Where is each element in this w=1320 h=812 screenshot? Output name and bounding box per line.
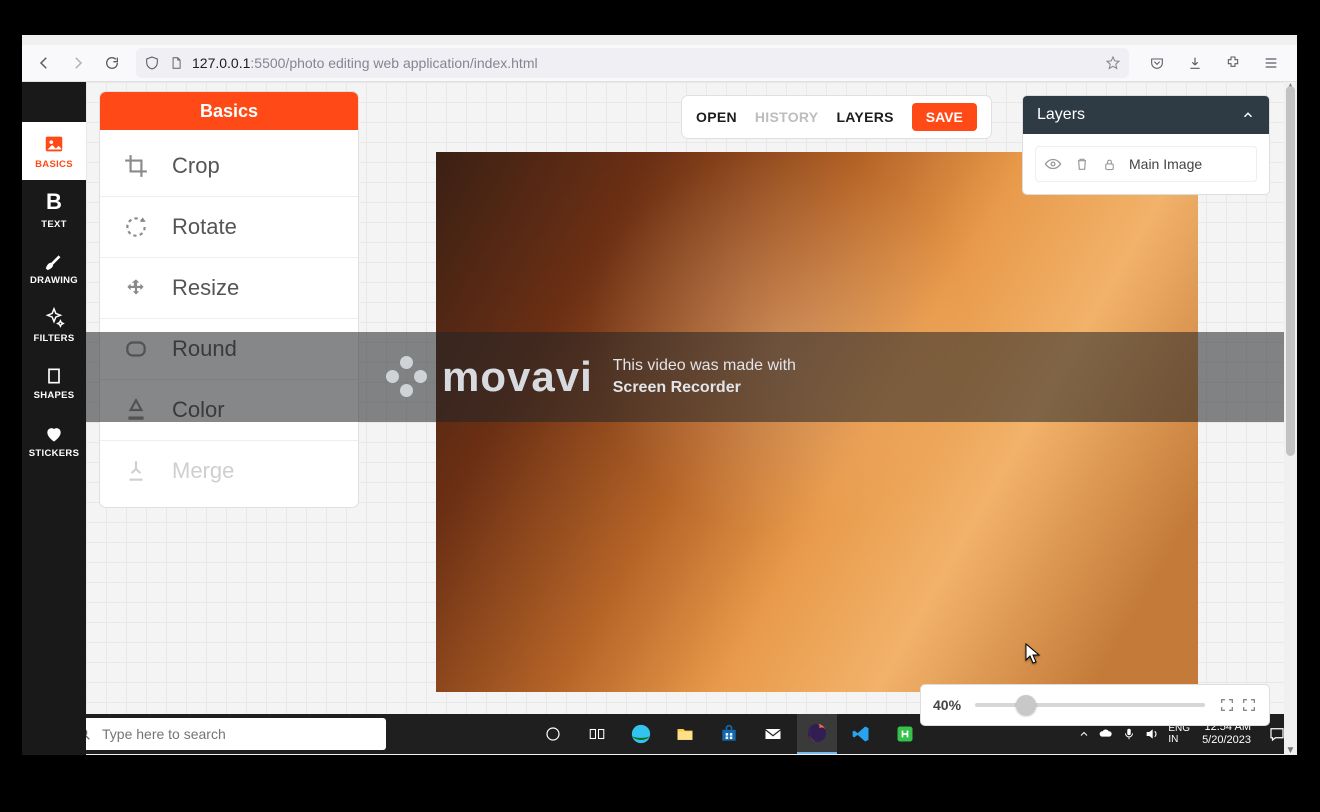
browser-toolbar: 127.0.0.1:5500/photo editing web applica…	[22, 45, 1297, 82]
fullscreen-icon[interactable]	[1241, 697, 1257, 713]
watermark-text: This video was made with Screen Recorder	[613, 355, 796, 398]
tray-lang-2: IN	[1168, 734, 1190, 745]
resize-icon	[122, 274, 150, 302]
taskbar-search-input[interactable]	[102, 726, 376, 742]
downloads-icon[interactable]	[1181, 49, 1209, 77]
url-text: 127.0.0.1:5500/photo editing web applica…	[192, 55, 538, 71]
address-bar[interactable]: 127.0.0.1:5500/photo editing web applica…	[136, 48, 1129, 78]
movavi-logo-icon	[386, 356, 428, 398]
nav-shapes[interactable]: SHAPES	[22, 354, 86, 412]
taskbar-app-icon[interactable]	[885, 714, 925, 754]
bold-icon: B	[46, 189, 62, 215]
watermark-brand: movavi	[442, 353, 593, 401]
basics-panel: Basics Crop Rotate Resize Round	[100, 92, 358, 507]
shield-icon	[144, 55, 160, 71]
editor-canvas-image[interactable]	[436, 152, 1198, 692]
heart-icon	[44, 424, 64, 444]
history-button[interactable]: HISTORY	[755, 109, 819, 125]
browser-tab-strip	[22, 35, 1297, 45]
chevron-up-icon	[1241, 108, 1255, 122]
menu-icon[interactable]	[1257, 49, 1285, 77]
tool-rotate[interactable]: Rotate	[100, 196, 358, 257]
tray-volume-icon[interactable]	[1144, 726, 1160, 742]
nav-stickers[interactable]: STICKERS	[22, 412, 86, 470]
image-icon	[43, 133, 65, 155]
merge-icon	[122, 457, 150, 485]
zoom-percent: 40%	[933, 697, 961, 713]
delete-icon[interactable]	[1074, 156, 1090, 172]
layers-panel-header[interactable]: Layers	[1023, 96, 1269, 134]
zoom-bar: 40%	[921, 685, 1269, 725]
tray-mic-icon[interactable]	[1122, 727, 1136, 741]
shapes-icon	[44, 366, 64, 386]
tool-category-nav: BASICS B TEXT DRAWING FILTERS SHAPES STI…	[22, 82, 86, 755]
page-scrollbar[interactable]: ▲ ▼	[1284, 82, 1297, 755]
taskbar-systray[interactable]: ENG IN	[1072, 723, 1196, 745]
nav-basics[interactable]: BASICS	[22, 122, 86, 180]
taskbar-firefox-icon[interactable]	[797, 714, 837, 754]
tray-onedrive-icon[interactable]	[1098, 726, 1114, 742]
top-actionbar: OPEN HISTORY LAYERS SAVE	[682, 96, 991, 138]
nav-reload-button[interactable]	[98, 49, 126, 77]
layer-row[interactable]: Main Image	[1035, 146, 1257, 182]
layers-button[interactable]: LAYERS	[836, 109, 893, 125]
scrollbar-thumb[interactable]	[1286, 86, 1295, 456]
tool-merge: Merge	[100, 440, 358, 501]
nav-text[interactable]: B TEXT	[22, 180, 86, 238]
fit-screen-icon[interactable]	[1219, 697, 1235, 713]
lock-icon[interactable]	[1102, 157, 1117, 172]
tray-chevron-icon[interactable]	[1078, 728, 1090, 740]
tool-crop[interactable]: Crop	[100, 136, 358, 196]
bookmark-star-icon[interactable]	[1105, 55, 1121, 71]
rotate-icon	[122, 213, 150, 241]
taskbar-store-icon[interactable]	[709, 714, 749, 754]
brush-icon	[43, 249, 65, 271]
tool-resize[interactable]: Resize	[100, 257, 358, 318]
extensions-icon[interactable]	[1219, 49, 1247, 77]
zoom-slider-knob[interactable]	[1016, 695, 1036, 715]
taskbar-mail-icon[interactable]	[753, 714, 793, 754]
layers-panel: Layers Main Image	[1023, 96, 1269, 194]
visibility-icon[interactable]	[1044, 155, 1062, 173]
open-button[interactable]: OPEN	[696, 109, 737, 125]
taskbar-vscode-icon[interactable]	[841, 714, 881, 754]
crop-icon	[122, 152, 150, 180]
nav-drawing[interactable]: DRAWING	[22, 238, 86, 296]
nav-filters[interactable]: FILTERS	[22, 296, 86, 354]
taskbar-edge-icon[interactable]	[621, 714, 661, 754]
save-button[interactable]: SAVE	[912, 103, 977, 131]
mouse-cursor-icon	[1024, 642, 1042, 666]
taskbar-search[interactable]	[66, 718, 386, 750]
nav-back-button[interactable]	[30, 49, 58, 77]
pocket-icon[interactable]	[1143, 49, 1171, 77]
layer-name: Main Image	[1129, 156, 1202, 172]
zoom-slider[interactable]	[975, 703, 1205, 707]
taskbar-taskview-icon[interactable]	[577, 714, 617, 754]
watermark-overlay: movavi This video was made with Screen R…	[86, 332, 1284, 422]
filter-icon	[43, 307, 65, 329]
page-icon	[168, 55, 184, 71]
taskbar-explorer-icon[interactable]	[665, 714, 705, 754]
taskbar-cortana-icon[interactable]	[533, 714, 573, 754]
nav-forward-button[interactable]	[64, 49, 92, 77]
layers-panel-title: Layers	[1037, 106, 1085, 124]
basics-panel-title: Basics	[100, 92, 358, 130]
